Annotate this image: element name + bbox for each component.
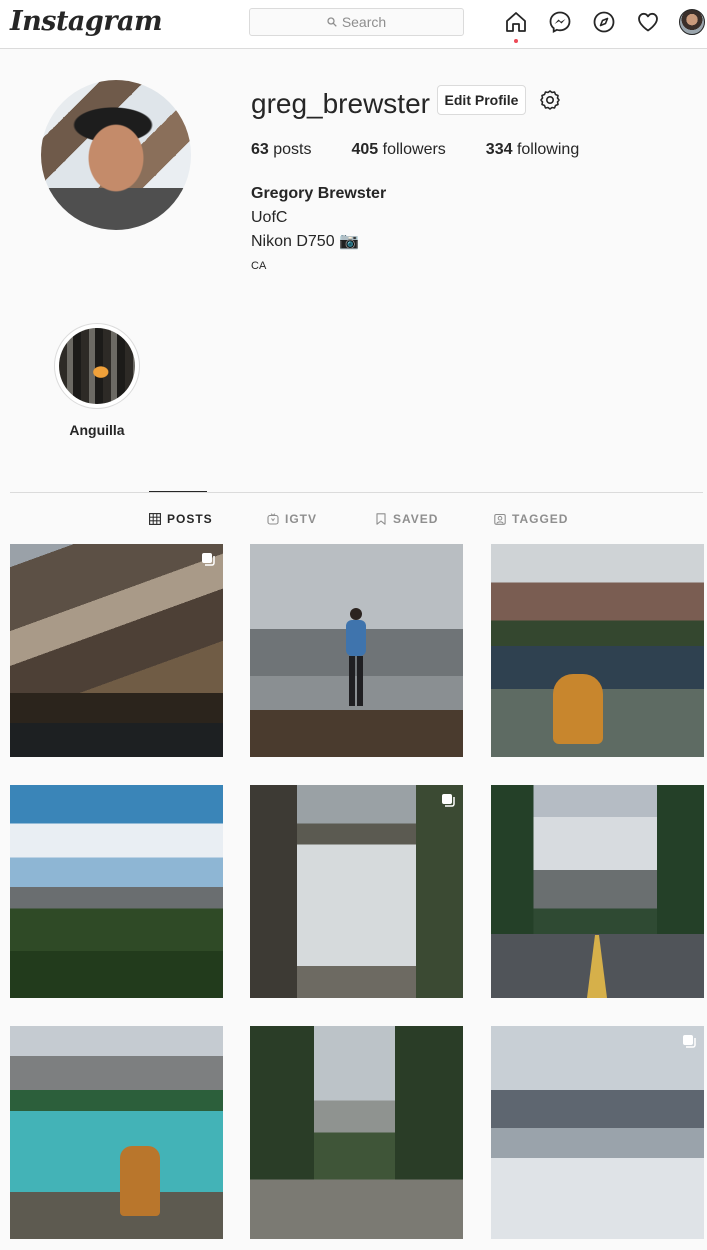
tab-posts[interactable]: POSTS [149,512,213,526]
home-icon[interactable] [504,10,528,34]
igtv-icon [267,513,279,525]
multiple-photos-icon [683,1035,696,1048]
bio-line: UofC [251,209,288,226]
search-placeholder: Search [341,14,387,30]
following-label: following [516,141,580,158]
post-thumbnail[interactable] [491,544,704,757]
active-tab-indicator [149,491,207,492]
posts-label: posts [273,141,312,158]
profile-stats: 63 posts 405 followers 334 following [251,141,619,159]
boot-shape [553,674,603,744]
grid-icon [149,513,161,525]
following-count: 334 [485,141,513,158]
messenger-icon[interactable] [548,10,572,34]
post-thumbnail[interactable] [250,785,463,998]
post-thumbnail[interactable] [250,544,463,757]
story-highlight[interactable] [54,323,140,409]
tabs-divider [10,492,703,493]
seated-person [120,1146,160,1216]
bio-line: CA [251,260,267,272]
posts-count: 63 [251,141,269,158]
post-thumbnail[interactable] [10,544,223,757]
tab-label: IGTV [285,512,318,526]
tab-label: TAGGED [512,512,569,526]
post-thumbnail[interactable] [10,785,223,998]
multiple-photos-icon [202,553,215,566]
home-notification-dot [514,39,518,43]
tab-saved[interactable]: SAVED [375,512,438,526]
profile-full-name: Gregory Brewster [251,185,387,202]
search-icon [327,17,337,27]
bookmark-icon [376,513,386,525]
profile-bio: Gregory Brewster UofC Nikon D750 📷 CA [251,182,386,274]
settings-gear-icon[interactable] [538,88,562,112]
profile-username: greg_brewster [251,88,430,119]
instagram-logo[interactable]: Instagram [10,6,163,37]
tab-label: POSTS [167,512,213,526]
following-stat[interactable]: 334 following [486,141,579,159]
post-thumbnail[interactable] [491,785,704,998]
bio-line: Nikon D750 📷 [251,233,359,250]
followers-count: 405 [351,141,379,158]
post-thumbnail[interactable] [250,1026,463,1239]
tab-label: SAVED [393,512,439,526]
profile-avatar[interactable] [679,9,705,35]
road-line [587,935,607,998]
profile-picture[interactable] [41,80,191,230]
highlight-label: Anguilla [69,422,125,438]
explore-icon[interactable] [592,10,616,34]
hiker-figure [346,608,366,706]
tagged-icon [494,513,506,525]
post-thumbnail[interactable] [10,1026,223,1239]
activity-heart-icon[interactable] [636,10,660,34]
tab-tagged[interactable]: TAGGED [494,512,568,526]
multiple-photos-icon [442,794,455,807]
edit-profile-button[interactable]: Edit Profile [437,85,526,115]
posts-stat: 63 posts [251,141,312,159]
tab-igtv[interactable]: IGTV [267,512,317,526]
top-navigation-bar: Instagram Search [0,0,707,49]
highlight-cover [59,328,135,404]
followers-label: followers [382,141,446,158]
post-thumbnail[interactable] [491,1026,704,1239]
search-input[interactable]: Search [249,8,464,36]
followers-stat[interactable]: 405 followers [352,141,446,159]
